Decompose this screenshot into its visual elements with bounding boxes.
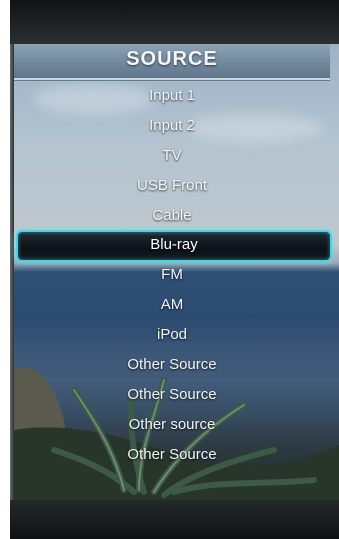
source-item-other-1[interactable]: Other Source <box>14 350 330 380</box>
source-item-other-2[interactable]: Other Source <box>14 380 330 410</box>
source-item-tv[interactable]: TV <box>14 141 330 171</box>
source-item-input-1[interactable]: Input 1 <box>14 81 330 111</box>
source-item-am[interactable]: AM <box>14 290 330 320</box>
source-item-cable[interactable]: Cable <box>14 201 330 231</box>
source-item-usb-front[interactable]: USB Front <box>14 171 330 201</box>
menu-header: SOURCE <box>14 44 330 80</box>
source-item-ipod[interactable]: iPod <box>14 320 330 350</box>
source-item-blu-ray-selected[interactable]: Blu-ray <box>16 230 332 262</box>
source-item-other-3[interactable]: Other source <box>14 410 330 440</box>
menu-title: SOURCE <box>126 48 218 70</box>
top-bezel <box>10 0 339 44</box>
bottom-bezel <box>10 500 339 539</box>
source-item-other-4[interactable]: Other Source <box>14 440 330 470</box>
source-item-input-2[interactable]: Input 2 <box>14 111 330 141</box>
source-item-fm[interactable]: FM <box>14 260 330 290</box>
source-menu: SOURCE Input 1 Input 2 TV USB Front Cabl… <box>14 44 332 500</box>
